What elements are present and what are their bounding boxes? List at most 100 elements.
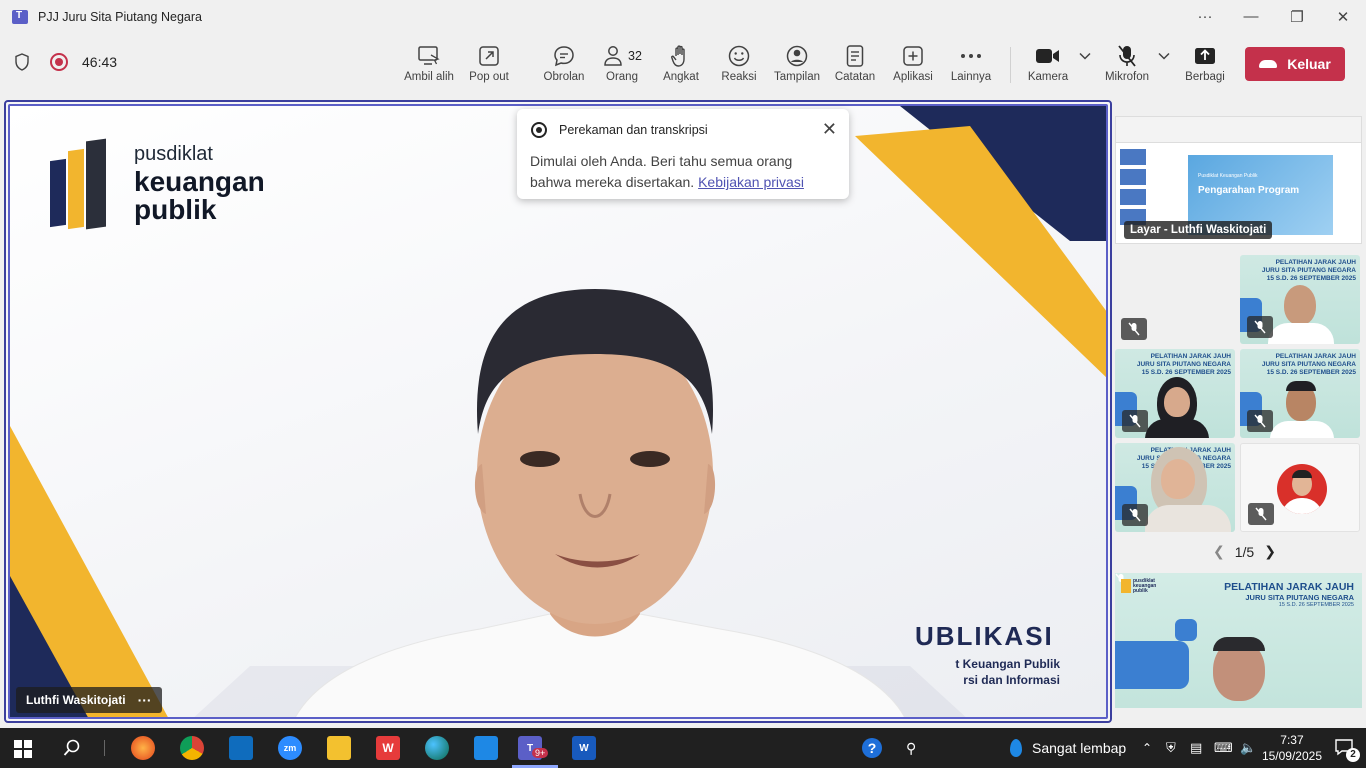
- speaker-name: Luthfi Waskitojati: [26, 693, 126, 707]
- microphone-options-button[interactable]: [1155, 43, 1173, 91]
- participant-tile[interactable]: PELATIHAN JARAK JAUHJURU SITA PIUTANG NE…: [1240, 349, 1360, 438]
- tile-header: PELATIHAN JARAK JAUHJURU SITA PIUTANG NE…: [1262, 259, 1356, 283]
- mic-off-icon: [1247, 316, 1273, 338]
- chevron-down-icon: [1158, 52, 1170, 60]
- clock-date: 15/09/2025: [1261, 749, 1322, 763]
- raise-hand-label: Angkat: [663, 71, 699, 83]
- camera-button[interactable]: Kamera: [1024, 43, 1072, 91]
- chevron-up-icon[interactable]: ⌃: [1142, 728, 1152, 768]
- mic-off-icon: [1122, 504, 1148, 526]
- people-search-icon[interactable]: ⚲: [906, 728, 916, 768]
- pusdiklat-logo: pusdiklat keuangan publik: [50, 138, 265, 230]
- clock[interactable]: 7:37 15/09/2025: [1262, 732, 1322, 764]
- file-explorer-icon[interactable]: [327, 736, 351, 760]
- brand-line-3: publik: [134, 194, 217, 225]
- tile-header-2: JURU SITA PIUTANG NEGARA: [1261, 267, 1356, 274]
- participant-tile[interactable]: PELATIHAN JARAK JAUHJURU SITA PIUTANG NE…: [1115, 349, 1235, 438]
- camera-options-button[interactable]: [1076, 43, 1094, 91]
- notification-center-icon[interactable]: 2: [1334, 738, 1360, 762]
- leave-button[interactable]: Keluar: [1245, 47, 1345, 81]
- share-button[interactable]: Berbagi: [1181, 43, 1229, 91]
- pop-out-button[interactable]: Pop out: [465, 43, 513, 91]
- brand-line-1: pusdiklat: [134, 143, 213, 165]
- notes-icon: [846, 45, 864, 67]
- tile-header-3: 15 S.D. 26 SEPTEMBER 2025: [1266, 275, 1356, 282]
- self-view-tile[interactable]: pusdiklat keuangan publik PELATIHAN JARA…: [1115, 573, 1362, 708]
- chrome-icon[interactable]: [180, 736, 204, 760]
- raise-hand-button[interactable]: Angkat: [657, 43, 705, 91]
- slide-title: Pengarahan Program: [1198, 185, 1300, 196]
- weather-widget[interactable]: Sangat lembap: [1010, 728, 1126, 768]
- search-icon[interactable]: [63, 739, 81, 757]
- page-indicator: 1/5: [1234, 543, 1255, 560]
- help-icon[interactable]: ?: [862, 728, 882, 768]
- apps-button[interactable]: Aplikasi: [889, 43, 937, 91]
- chevron-right-icon[interactable]: ❯: [1264, 543, 1276, 560]
- ppt-ribbon: [1116, 117, 1361, 143]
- weather-text: Sangat lembap: [1032, 740, 1127, 756]
- title-bar: PJJ Juru Sita Piutang Negara ··· — ❐ ✕: [0, 0, 1366, 33]
- tile-header: PELATIHAN JARAK JAUHJURU SITA PIUTANG NE…: [1137, 353, 1231, 377]
- more-options-button[interactable]: ···: [1182, 8, 1228, 25]
- speaker-name-caption[interactable]: Luthfi Waskitojati ···: [16, 687, 162, 713]
- participant-count: 32: [628, 49, 642, 63]
- shared-screen-tile[interactable]: Pusdiklat Keuangan Publik Pengarahan Pro…: [1115, 116, 1362, 244]
- microphone-label: Mikrofon: [1104, 71, 1150, 83]
- participant-tile[interactable]: PELATIHAN JARAK JAUHJURU SITA PIUTANG NE…: [1240, 255, 1360, 344]
- reactions-button[interactable]: Reaksi: [715, 43, 763, 91]
- chat-button[interactable]: Obrolan: [540, 43, 588, 91]
- volume-icon[interactable]: 🔈: [1240, 728, 1256, 768]
- take-control-button[interactable]: Ambil alih: [402, 43, 456, 91]
- store-icon[interactable]: [229, 736, 253, 760]
- network-icon[interactable]: ▤: [1190, 728, 1202, 768]
- notification-title: Perekaman dan transkripsi: [559, 123, 708, 137]
- participants-gallery: Pusdiklat Keuangan Publik Pengarahan Pro…: [1115, 100, 1366, 723]
- people-button[interactable]: 32 Orang: [598, 43, 646, 91]
- tile-header: PELATIHAN JARAK JAUHJURU SITA PIUTANG NE…: [1262, 353, 1356, 377]
- window-controls: ··· — ❐ ✕: [1182, 0, 1366, 33]
- take-control-icon: [418, 46, 440, 65]
- tile-header-1: PELATIHAN JARAK JAUH: [1275, 353, 1356, 360]
- slide-subtitle: Pusdiklat Keuangan Publik: [1198, 173, 1258, 179]
- participant-tile[interactable]: [1115, 255, 1235, 344]
- participant-tile[interactable]: PELATIHAN JARAK JAUHJURU SITA PIUTANG NE…: [1115, 443, 1235, 532]
- tile-header-1: PELATIHAN JARAK JAUH: [1224, 581, 1354, 593]
- mail-icon[interactable]: [474, 736, 498, 760]
- gallery-pager: ❮ 1/5 ❯: [1203, 543, 1286, 560]
- pop-out-label: Pop out: [469, 71, 509, 83]
- participant-tile[interactable]: [1240, 443, 1360, 532]
- privacy-policy-link[interactable]: Kebijakan privasi: [698, 174, 804, 190]
- tile-header-3: 15 S.D. 26 SEPTEMBER 2025: [1278, 602, 1354, 608]
- zoom-icon[interactable]: zm: [278, 736, 302, 760]
- view-button[interactable]: Tampilan: [770, 43, 824, 91]
- view-label: Tampilan: [773, 71, 821, 83]
- more-button[interactable]: Lainnya: [947, 43, 995, 91]
- close-window-button[interactable]: ✕: [1320, 8, 1366, 26]
- security-icon[interactable]: ⛨: [1166, 728, 1176, 768]
- chat-label: Obrolan: [543, 71, 585, 83]
- reactions-label: Reaksi: [721, 71, 757, 83]
- firefox-icon[interactable]: [131, 736, 155, 760]
- wps-office-icon[interactable]: W: [376, 736, 400, 760]
- word-icon[interactable]: W: [572, 736, 596, 760]
- speaker-options-button[interactable]: ···: [138, 692, 152, 708]
- teams-badge: 9+: [532, 748, 549, 758]
- speaker-figure: [295, 289, 905, 717]
- avatar: [1277, 464, 1327, 514]
- chevron-left-icon[interactable]: ❮: [1213, 543, 1225, 560]
- edge-icon[interactable]: [425, 736, 449, 760]
- notes-button[interactable]: Catatan: [831, 43, 879, 91]
- maximize-button[interactable]: ❐: [1274, 8, 1320, 26]
- view-icon: [786, 45, 808, 67]
- shield-icon[interactable]: [14, 53, 30, 71]
- keyboard-icon[interactable]: ⌨: [1214, 728, 1233, 768]
- windows-start-icon[interactable]: [14, 740, 32, 758]
- camera-icon: [1036, 49, 1059, 63]
- close-icon[interactable]: ✕: [822, 119, 837, 140]
- share-screen-icon: [1195, 48, 1215, 64]
- apps-label: Aplikasi: [893, 71, 933, 83]
- minimize-button[interactable]: —: [1228, 8, 1274, 25]
- tile-header-1: PELATIHAN JARAK JAUH: [1150, 353, 1231, 360]
- microphone-button[interactable]: Mikrofon: [1100, 43, 1154, 91]
- pusdiklat-logo-icon: [50, 138, 120, 230]
